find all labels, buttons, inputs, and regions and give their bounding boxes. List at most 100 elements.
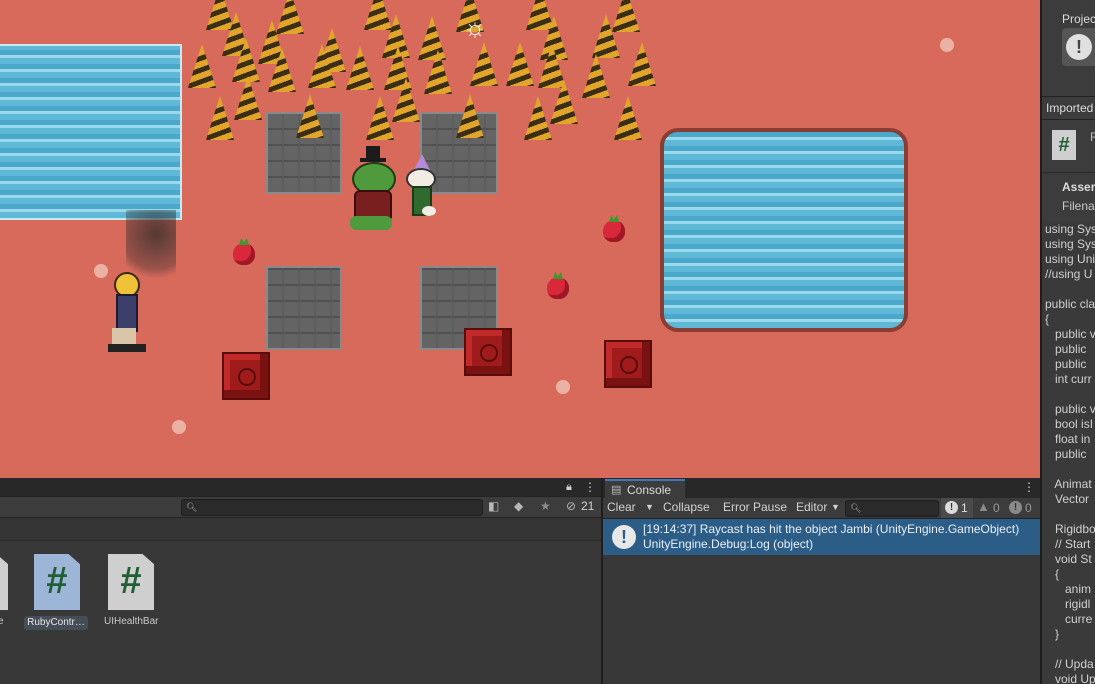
hidden-packages-count: 21 [581,499,595,513]
ground-flower [172,420,186,434]
code-line: Animat [1045,477,1092,491]
project-panel: 🔒︎ ⋮ 🔍︎ ◧ ◆ ★ ⊘ 21 # e # RubyContr… # UI… [0,478,601,684]
script-file-icon: # [108,554,154,610]
chevron-down-icon[interactable]: ▼ [831,498,840,517]
asset-name-letter: R [1090,130,1095,144]
editor-target-dropdown[interactable]: Editor [796,498,827,517]
code-line: anim [1045,582,1092,596]
asset-label: e [0,616,4,627]
frog-character [344,146,400,234]
assets-section: Asser Filena [1042,172,1095,222]
warning-count: 0 [993,501,1000,515]
asset-item[interactable]: # RubyContr… [24,554,90,634]
spike-cone [506,42,534,86]
collapse-button[interactable]: Collapse [663,498,710,517]
info-icon: ! [612,525,636,549]
console-tab-label: Console [627,483,672,497]
console-toolbar: Clear ▼ Collapse Error Pause Editor ▼ 🔍︎… [603,498,1040,519]
strawberry-collectible [547,277,569,299]
info-count-toggle[interactable]: ! 1 [941,498,973,518]
hidden-packages-icon[interactable]: ⊘ [566,497,576,516]
spike-cone [366,96,394,140]
console-search-input[interactable]: 🔍︎ [845,500,939,517]
ground-flower [556,380,570,394]
code-line: // Upda [1045,657,1094,671]
script-file-icon: # [1052,130,1076,160]
assets-label: Asser [1062,180,1095,194]
clear-options-dropdown-icon[interactable]: ▼ [645,498,654,517]
spike-cone [550,80,578,124]
tab-console[interactable]: ▤ Console [605,479,685,500]
spike-cone [268,48,296,92]
spike-cone [424,50,452,94]
spike-cone [206,96,234,140]
search-icon: 🔍︎ [186,502,198,512]
script-code-lines: using Sys using Sys using Uni//using Upubl… [1045,222,1095,684]
inspector-project-label: Projec [1062,12,1095,26]
code-line: using Uni [1045,252,1095,266]
asset-label: UIHealthBar [104,616,159,627]
error-icon: ! [1009,501,1022,514]
spike-cone [614,96,642,140]
asset-label-selected: RubyContr… [24,616,88,630]
imported-header: Imported [1042,97,1095,120]
code-line: public cla [1045,297,1095,311]
lock-icon[interactable]: 🔒︎ [566,478,572,496]
warning-icon: ▲ [977,499,990,514]
strawberry-collectible [603,220,625,242]
spike-cone [470,42,498,86]
code-line: public [1045,342,1087,356]
asset-item[interactable]: # e [0,554,22,634]
code-line: } [1045,627,1060,641]
info-count: 1 [961,501,968,515]
ground-flower [940,38,954,52]
log-message: [19:14:37] Raycast has hit the object Ja… [643,522,1020,536]
clear-button[interactable]: Clear [607,498,636,517]
filter-by-type-icon[interactable]: ◧ [488,497,499,516]
asset-item[interactable]: # UIHealthBar [102,554,168,634]
project-toolbar: 🔍︎ ◧ ◆ ★ ⊘ 21 [0,497,601,518]
favorites-star-icon[interactable]: ★ [540,497,551,516]
code-line: //using U [1045,267,1093,281]
code-line: void Up [1045,672,1095,684]
code-line: { [1045,312,1050,326]
warning-count-toggle[interactable]: ▲ 0 [975,498,1007,518]
project-breadcrumb-bar [0,518,601,541]
spike-cone [188,44,216,88]
error-pause-button[interactable]: Error Pause [723,498,787,517]
more-options-icon[interactable]: ⋮ [1023,478,1035,497]
spike-cone [582,54,610,98]
code-line: // Start [1045,537,1091,551]
script-file-icon: # [0,554,8,610]
code-line: { [1045,567,1060,581]
code-line: Vector [1045,492,1090,506]
code-line: void St [1045,552,1092,566]
project-search-input[interactable]: 🔍︎ [181,499,483,516]
error-count: 0 [1025,501,1032,515]
filter-by-label-icon[interactable]: ◆ [514,497,523,516]
more-options-icon[interactable]: ⋮ [584,478,596,496]
spike-cone [592,14,620,58]
code-line: public [1045,447,1087,461]
project-settings-header: Projec ! [1042,0,1095,97]
error-count-toggle[interactable]: ! 0 [1007,498,1040,518]
stone-block [266,266,342,350]
project-tab-bar: 🔒︎ ⋮ [0,478,601,497]
project-search-field[interactable] [198,500,480,516]
filename-label: Filena [1062,199,1095,213]
code-line: using Sys [1045,237,1095,251]
spike-cone [346,46,374,90]
info-icon: ! [945,501,958,514]
asset-header: # R [1042,120,1095,172]
spike-cone [296,94,324,138]
console-tab-icon: ▤ [611,484,622,496]
scene-view[interactable]: ☼ [0,0,1040,478]
log-stacktrace: UnityEngine.Debug:Log (object) [643,537,814,551]
strawberry-collectible [233,243,255,265]
spike-cone [628,42,656,86]
console-log-entry[interactable]: ! [19:14:37] Raycast has hit the object … [603,519,1040,555]
light-gizmo-icon[interactable]: ☼ [462,14,488,40]
